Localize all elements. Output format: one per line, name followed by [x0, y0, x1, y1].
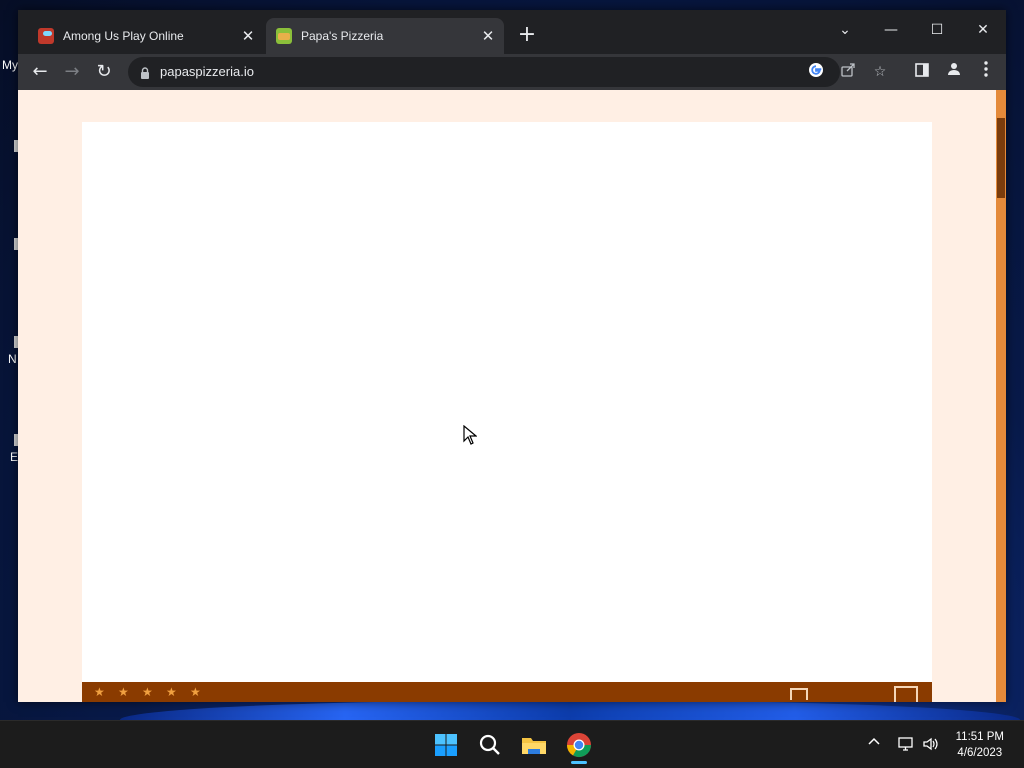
- rating-star-icon[interactable]: ★: [94, 686, 106, 698]
- tab-papas-pizzeria[interactable]: Papa's Pizzeria ✕: [266, 18, 504, 54]
- game-canvas[interactable]: ★ ★ ★ ★ ★: [82, 122, 932, 702]
- share-icon[interactable]: [838, 62, 858, 82]
- back-button[interactable]: ←: [28, 60, 52, 84]
- show-hidden-icons-chevron-icon[interactable]: [868, 736, 880, 752]
- reload-button[interactable]: ↻: [92, 60, 116, 84]
- active-app-indicator: [571, 761, 587, 764]
- desktop-icon-label[interactable]: My: [2, 58, 18, 72]
- among-us-icon: [38, 28, 54, 44]
- pizzeria-icon: [276, 28, 292, 44]
- desktop-icon-label[interactable]: E: [10, 450, 18, 464]
- bookmark-star-icon[interactable]: ☆: [870, 62, 890, 82]
- rating-star-icon[interactable]: ★: [190, 686, 202, 698]
- clock-date: 4/6/2023: [957, 747, 1003, 759]
- game-control-bar: ★ ★ ★ ★ ★: [82, 682, 932, 702]
- tab-title: Among Us Play Online: [63, 29, 184, 43]
- network-icon[interactable]: [898, 736, 916, 756]
- system-clock[interactable]: 11:51 PM 4/6/2023: [956, 729, 1004, 761]
- tab-among-us[interactable]: Among Us Play Online ✕: [28, 18, 264, 54]
- chrome-window: Among Us Play Online ✕ Papa's Pizzeria ✕…: [18, 10, 1006, 702]
- close-tab-icon[interactable]: ✕: [478, 27, 498, 45]
- mouse-cursor-icon: [463, 424, 478, 449]
- file-explorer-icon[interactable]: [520, 731, 548, 759]
- address-bar[interactable]: papaspizzeria.io ☆: [128, 57, 886, 87]
- scrollbar-thumb[interactable]: [997, 118, 1005, 198]
- page-scrollbar[interactable]: [996, 90, 1006, 702]
- desktop-icon-label[interactable]: N: [8, 352, 17, 366]
- fullscreen-icon[interactable]: [894, 686, 918, 702]
- side-panel-icon[interactable]: [910, 60, 934, 84]
- page-viewport: ★ ★ ★ ★ ★: [18, 90, 1006, 702]
- wallpaper-wave: [120, 700, 1020, 720]
- windows-start-icon[interactable]: [432, 731, 460, 759]
- lock-icon[interactable]: [140, 65, 150, 84]
- volume-icon[interactable]: [922, 736, 940, 756]
- url-text[interactable]: papaspizzeria.io: [160, 64, 254, 79]
- close-tab-icon[interactable]: ✕: [238, 27, 258, 45]
- tab-title: Papa's Pizzeria: [301, 29, 384, 43]
- close-window-button[interactable]: ✕: [960, 16, 1006, 44]
- rating-star-icon[interactable]: ★: [118, 686, 130, 698]
- new-tab-button[interactable]: +: [516, 24, 538, 46]
- chrome-icon[interactable]: [565, 731, 593, 764]
- comment-icon[interactable]: [790, 688, 808, 700]
- clock-time: 11:51 PM: [955, 731, 1004, 743]
- forward-button[interactable]: →: [60, 60, 84, 84]
- windows-taskbar: 11:51 PM 4/6/2023: [0, 720, 1024, 768]
- tab-search-button[interactable]: ⌄: [822, 16, 868, 44]
- search-icon[interactable]: [476, 731, 504, 759]
- menu-icon[interactable]: [974, 60, 998, 84]
- maximize-button[interactable]: ☐: [914, 16, 960, 44]
- rating-star-icon[interactable]: ★: [142, 686, 154, 698]
- browser-toolbar: ← → ↻ papaspizzeria.io ☆: [18, 54, 1006, 90]
- minimize-button[interactable]: —: [868, 16, 914, 44]
- profile-icon[interactable]: [942, 60, 966, 84]
- google-icon[interactable]: [806, 62, 826, 82]
- rating-star-icon[interactable]: ★: [166, 686, 178, 698]
- tab-strip: Among Us Play Online ✕ Papa's Pizzeria ✕…: [18, 10, 1006, 54]
